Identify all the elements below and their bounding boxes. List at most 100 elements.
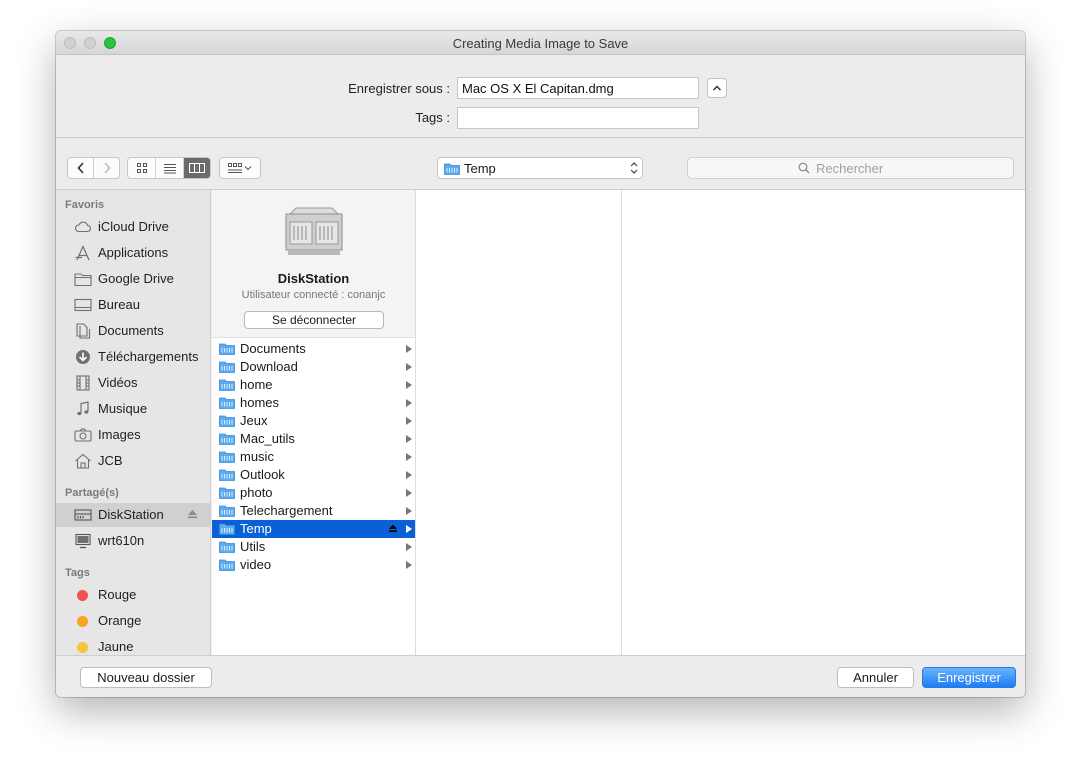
eject-icon[interactable] [187, 509, 198, 519]
folder-icon [219, 523, 235, 535]
sidebar-item-documents[interactable]: Documents [56, 319, 211, 343]
tag-dot-icon [77, 616, 88, 627]
disclosure-arrow-icon [406, 471, 412, 479]
disclosure-arrow-icon [406, 399, 412, 407]
folder-row[interactable]: photo [212, 484, 415, 502]
folder-row[interactable]: music [212, 448, 415, 466]
folder-label: Jeux [240, 413, 268, 428]
disclosure-arrow-icon [406, 561, 412, 569]
sidebar-item-label: Applications [98, 245, 169, 260]
home-icon [75, 453, 91, 469]
sidebar-section-shared: Partagé(s) [65, 487, 119, 499]
download-icon [76, 350, 90, 364]
sidebar-item-telechargements[interactable]: Téléchargements [56, 345, 211, 369]
window-title: Creating Media Image to Save [452, 36, 629, 51]
sidebar-item-musique[interactable]: Musique [56, 397, 211, 421]
save-as-field[interactable]: Mac OS X El Capitan.dmg [457, 77, 699, 99]
save-dialog: Creating Media Image to Save Enregistrer… [56, 31, 1025, 697]
sidebar-item-label: Orange [98, 613, 142, 628]
folder-row[interactable]: Documents [212, 340, 415, 358]
back-button[interactable] [68, 158, 94, 178]
sidebar-item-label: Vidéos [98, 375, 138, 390]
updown-arrows-icon [630, 162, 638, 174]
bottom-bar: Nouveau dossier Annuler Enregistrer [56, 655, 1025, 697]
sidebar-tag-orange[interactable]: Orange [56, 609, 211, 633]
new-folder-button[interactable]: Nouveau dossier [80, 667, 212, 688]
folder-row[interactable]: Outlook [212, 466, 415, 484]
title-bar: Creating Media Image to Save [56, 31, 1025, 55]
folder-row[interactable]: video [212, 556, 415, 574]
forward-button[interactable] [94, 158, 119, 178]
path-current: Temp [464, 161, 496, 176]
server-icon [285, 207, 343, 255]
column-view-button[interactable] [184, 158, 210, 178]
tag-dot-icon [77, 590, 88, 601]
monitor-icon [75, 533, 91, 549]
folder-row[interactable]: home [212, 376, 415, 394]
sidebar-item-videos[interactable]: Vidéos [56, 371, 211, 395]
folder-row[interactable]: Telechargement [212, 502, 415, 520]
sidebar-item-bureau[interactable]: Bureau [56, 293, 211, 317]
sidebar-item-images[interactable]: Images [56, 423, 211, 447]
save-as-label: Enregistrer sous : [348, 81, 450, 96]
folder-row[interactable]: homes [212, 394, 415, 412]
folder-row[interactable]: Jeux [212, 412, 415, 430]
sidebar-item-label: Musique [98, 401, 148, 416]
folder-icon [74, 273, 92, 287]
sidebar-item-wrt610n[interactable]: wrt610n [56, 529, 211, 553]
folder-label: Download [240, 359, 298, 374]
nav-buttons [67, 157, 120, 179]
eject-icon[interactable] [388, 523, 398, 533]
group-by-segment [220, 158, 260, 178]
folder-row[interactable]: Mac_utils [212, 430, 415, 448]
folder-label: Mac_utils [240, 431, 295, 446]
group-by-button[interactable] [219, 157, 261, 179]
group-by-icon [228, 163, 252, 173]
folder-icon [219, 379, 235, 391]
disclosure-arrow-icon [406, 543, 412, 551]
sidebar-item-label: Bureau [98, 297, 140, 312]
search-field[interactable]: Rechercher [687, 157, 1014, 179]
view-mode-group [127, 157, 211, 179]
disclosure-arrow-icon [406, 435, 412, 443]
sidebar-item-icloud-drive[interactable]: iCloud Drive [56, 215, 211, 239]
desktop-icon [74, 298, 92, 312]
music-icon [77, 401, 89, 416]
cancel-button[interactable]: Annuler [837, 667, 914, 688]
server-name: DiskStation [277, 271, 350, 286]
sidebar-item-label: DiskStation [98, 507, 164, 522]
tags-label: Tags : [415, 110, 450, 125]
sidebar-item-applications[interactable]: Applications [56, 241, 211, 265]
cloud-icon [74, 221, 91, 233]
camera-icon [74, 428, 92, 442]
save-button[interactable]: Enregistrer [922, 667, 1016, 688]
sidebar: Favoris iCloud Drive Applications Google… [56, 190, 211, 655]
folder-icon [219, 469, 235, 481]
sidebar-item-label: Téléchargements [98, 349, 199, 364]
collapse-button[interactable] [707, 78, 727, 98]
disclosure-arrow-icon [406, 417, 412, 425]
folder-icon [219, 451, 235, 463]
disclosure-arrow-icon [406, 453, 412, 461]
folder-icon [219, 505, 235, 517]
folder-icon [219, 433, 235, 445]
disclosure-arrow-icon [406, 489, 412, 497]
sidebar-item-label: iCloud Drive [98, 219, 169, 234]
icon-view-button[interactable] [128, 158, 156, 178]
disconnect-button[interactable]: Se déconnecter [244, 311, 384, 329]
server-user: Utilisateur connecté : conanjc [241, 289, 386, 301]
folder-row[interactable]: Download [212, 358, 415, 376]
sidebar-tag-rouge[interactable]: Rouge [56, 583, 211, 607]
sidebar-item-jcb[interactable]: JCB [56, 449, 211, 473]
tags-field[interactable] [457, 107, 699, 129]
folder-row[interactable]: Utils [212, 538, 415, 556]
folder-label: Temp [240, 521, 272, 536]
folder-row[interactable]: Temp [212, 520, 415, 538]
server-header: DiskStation Utilisateur connecté : conan… [212, 190, 415, 338]
list-view-button[interactable] [156, 158, 184, 178]
sidebar-item-diskstation[interactable]: DiskStation [56, 503, 211, 527]
sidebar-item-google-drive[interactable]: Google Drive [56, 267, 211, 291]
folder-icon [444, 163, 460, 175]
path-popup[interactable]: Temp [437, 157, 643, 179]
sidebar-section-tags: Tags [65, 567, 90, 579]
